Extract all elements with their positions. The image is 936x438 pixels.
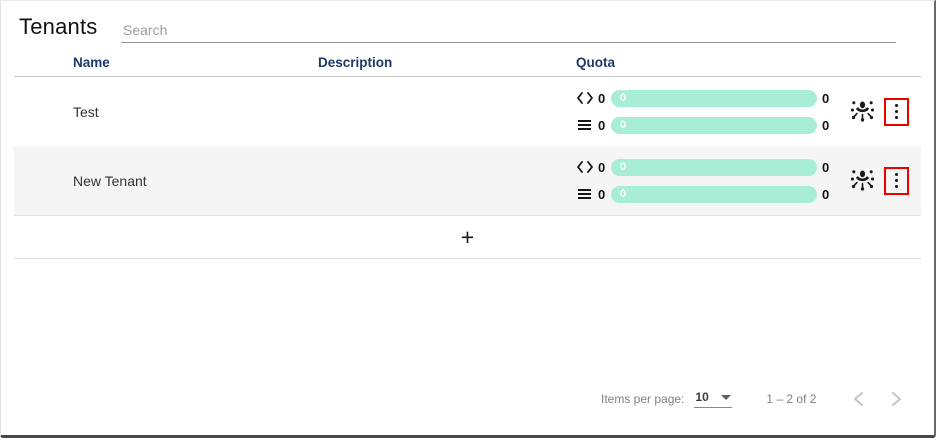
quota-available-value: 0 [822, 187, 830, 202]
code-icon [576, 160, 593, 174]
items-per-page-label: Items per page: [601, 392, 684, 406]
quota-bar-label: 0 [620, 188, 626, 200]
tenants-page: Tenants Name Description Quota Test 0 0 … [0, 0, 936, 438]
tenant-name: Test [73, 104, 99, 120]
list-icon [576, 118, 593, 132]
quota-used-value: 0 [598, 91, 606, 106]
chevron-left-icon [853, 392, 864, 406]
kebab-dot [895, 179, 898, 182]
quota-line-cpu: 0 0 0 [576, 90, 830, 107]
kebab-dot [895, 173, 898, 176]
quota-available-value: 0 [822, 91, 830, 106]
manage-users-icon [849, 166, 876, 196]
quota-used-value: 0 [598, 187, 606, 202]
manage-users-icon [849, 97, 876, 127]
manage-users-button[interactable] [847, 97, 877, 127]
paginator: Items per page: 10 1 – 2 of 2 [601, 387, 908, 411]
table-row: New Tenant 0 0 0 0 0 0 [14, 146, 921, 215]
quota-available-value: 0 [822, 160, 830, 175]
chevron-right-icon [891, 392, 902, 406]
quota-used-value: 0 [598, 160, 606, 175]
row-menu-kebab-button[interactable] [884, 98, 909, 126]
previous-page-button[interactable] [846, 387, 870, 411]
quota-progress-bar: 0 [611, 186, 817, 203]
kebab-dot [895, 110, 898, 113]
page-size-select[interactable]: 10 [694, 390, 732, 408]
kebab-dot [895, 116, 898, 119]
kebab-dot [895, 104, 898, 107]
code-icon [576, 91, 593, 105]
quota-cell: 0 0 0 0 0 0 [576, 90, 830, 134]
chevron-down-icon [721, 395, 731, 400]
quota-bar-label: 0 [620, 119, 626, 131]
page-range-label: 1 – 2 of 2 [766, 392, 816, 406]
page-title: Tenants [19, 14, 97, 40]
quota-bar-label: 0 [620, 92, 626, 104]
quota-available-value: 0 [822, 118, 830, 133]
next-page-button[interactable] [884, 387, 908, 411]
add-tenant-button[interactable]: + [14, 215, 921, 259]
table-row: Test 0 0 0 0 0 0 [14, 77, 921, 146]
quota-progress-bar: 0 [611, 117, 817, 134]
quota-line-memory: 0 0 0 [576, 117, 830, 134]
quota-progress-bar: 0 [611, 159, 817, 176]
quota-used-value: 0 [598, 118, 606, 133]
quota-progress-bar: 0 [611, 90, 817, 107]
quota-line-cpu: 0 0 0 [576, 159, 830, 176]
row-menu-kebab-button[interactable] [884, 167, 909, 195]
tenant-name: New Tenant [73, 173, 147, 189]
page-size-value: 10 [695, 390, 708, 404]
quota-bar-label: 0 [620, 161, 626, 173]
plus-icon: + [461, 226, 474, 249]
column-header-quota: Quota [576, 55, 615, 70]
list-icon [576, 187, 593, 201]
column-header-description: Description [318, 55, 392, 70]
kebab-dot [895, 185, 898, 188]
search-input[interactable] [121, 19, 896, 43]
quota-line-memory: 0 0 0 [576, 186, 830, 203]
page-nav [846, 387, 908, 411]
column-header-name: Name [73, 55, 110, 70]
quota-cell: 0 0 0 0 0 0 [576, 159, 830, 203]
manage-users-button[interactable] [847, 166, 877, 196]
